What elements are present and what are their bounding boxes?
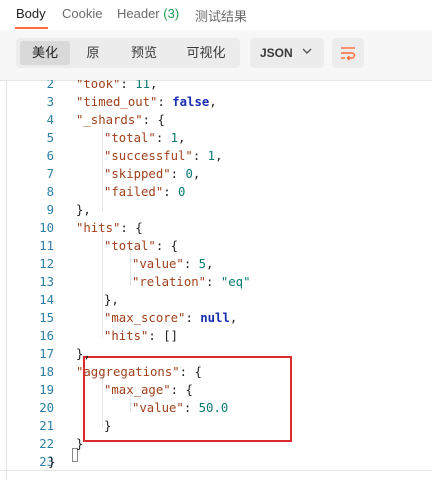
line-number: 19 [39,383,54,397]
code-text: "relation": "eq" [132,275,251,289]
code-text: "successful": 1, [104,149,223,163]
code-line: 16 "hits": [] [0,327,432,345]
code-text: "aggregations": { [76,365,202,379]
line-number: 16 [39,329,54,343]
line-number: 10 [39,221,54,235]
code-line: 12 "value": 5, [0,255,432,273]
visualize-button[interactable]: 可视化 [176,41,236,65]
code-text: "max_score": null, [104,311,238,325]
code-line: 22} [0,435,432,453]
line-number: 6 [46,149,54,163]
code-text: "total": { [104,239,179,253]
format-select[interactable]: JSON [250,38,324,68]
line-number: 12 [39,257,54,271]
code-text: }, [76,347,91,361]
code-text: }, [104,293,119,307]
code-text: "total": 1, [104,131,186,145]
code-line: 10 "hits": { [0,219,432,237]
pretty-button[interactable]: 美化 [20,41,70,65]
line-number: 2 [46,80,54,91]
code-line: 5 "total": 1, [0,129,432,147]
preview-button[interactable]: 预览 [120,41,168,65]
code-text: "skipped": 0, [104,167,201,181]
code-text: "value": 50.0 [132,401,229,415]
code-line: 2 "took": 11, [0,80,432,93]
code-line: 19 "max_age": { [0,381,432,399]
code-line: 18 "aggregations": { [0,363,432,381]
code-text: "timed_out": false, [76,95,217,109]
line-number: 18 [39,365,54,379]
code-text: "value": 5, [132,257,214,271]
code-text: "took": 11, [76,80,158,91]
wrap-lines-button[interactable] [332,38,364,68]
code-line: 13 "relation": "eq" [0,273,432,291]
line-number: 13 [39,275,54,289]
code-text: "failed": 0 [104,185,186,199]
line-number: 3 [46,95,54,109]
json-editor[interactable]: 2 "took": 11, 3 "timed_out": false, 4 "_shard… [0,80,432,480]
tab-tests[interactable]: 测试结果 [195,6,247,25]
code-text: "hits": [] [104,329,179,343]
line-number: 8 [46,185,54,199]
line-number: 5 [46,131,54,145]
code-line: 6 "successful": 1, [0,147,432,165]
line-number: 7 [46,167,54,181]
chevron-down-icon [302,48,312,54]
tab-cookie[interactable]: Cookie [62,6,102,21]
code-text: } [76,437,84,451]
code-line: 23} [0,453,432,471]
tab-header-count: (3) [163,6,180,21]
code-text: }, [76,203,91,217]
line-number: 22 [39,437,54,451]
code-line: 3 "timed_out": false, [0,93,432,111]
line-number: 15 [39,311,54,325]
line-number: 14 [39,293,54,307]
code-text: "_shards": { [76,113,165,127]
line-number: 11 [39,239,54,253]
code-line: 21} [0,417,432,435]
response-toolbar: 美化 原 预览 可视化 JSON [0,30,432,81]
tab-header[interactable]: Header (3) [117,6,179,21]
active-tab-indicator [15,27,48,29]
tab-body[interactable]: Body [16,6,46,21]
line-number: 4 [46,113,54,127]
code-line: 20 "value": 50.0 [0,399,432,417]
line-number: 20 [39,401,54,415]
code-text: "max_age": { [104,383,193,397]
line-number: 21 [39,419,54,433]
line-number: 9 [46,203,54,217]
code-text: } [104,419,112,433]
code-line: 9}, [0,201,432,219]
code-line: 11 "total": { [0,237,432,255]
code-line: 4 "_shards": { [0,111,432,129]
line-number: 17 [39,347,54,361]
tab-header-label: Header [117,6,160,21]
wrap-lines-icon [341,47,356,61]
format-select-value: JSON [260,46,293,60]
code-line: 17}, [0,345,432,363]
code-line: 7 "skipped": 0, [0,165,432,183]
code-line: 15 "max_score": null, [0,309,432,327]
code-line: 14}, [0,291,432,309]
code-text: "hits": { [76,221,143,235]
code-text: } [48,455,56,469]
raw-button[interactable]: 原 [74,41,112,65]
response-tabs: Body Cookie Header (3) 测试结果 [0,0,432,31]
view-mode-segmented-control: 美化 原 预览 可视化 [16,38,240,68]
code-line: 8 "failed": 0 [0,183,432,201]
